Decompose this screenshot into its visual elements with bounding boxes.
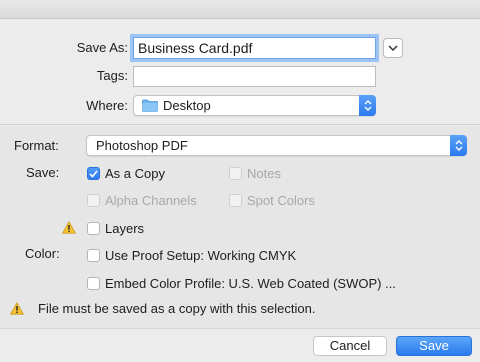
as-a-copy-label: As a Copy: [105, 166, 165, 181]
warning-icon: [62, 221, 76, 234]
spot-colors-label: Spot Colors: [247, 193, 315, 208]
warning-icon: [10, 302, 24, 315]
color-options-label: Color:: [25, 246, 60, 261]
folder-icon: [142, 99, 158, 112]
layers-checkbox[interactable]: Layers: [87, 221, 144, 236]
use-proof-setup-checkbox[interactable]: Use Proof Setup: Working CMYK: [87, 248, 296, 263]
where-label: Where:: [86, 98, 128, 113]
as-a-copy-checkbox[interactable]: As a Copy: [87, 166, 165, 181]
where-value: Desktop: [163, 98, 211, 113]
file-location-pane: Save As: Business Card.pdf Tags: Where: …: [0, 19, 480, 125]
embed-color-profile-label: Embed Color Profile: U.S. Web Coated (SW…: [105, 276, 396, 291]
chevron-down-icon: [388, 44, 398, 51]
alpha-channels-checkbox: Alpha Channels: [87, 193, 197, 208]
tags-label: Tags:: [96, 68, 128, 83]
use-proof-setup-label: Use Proof Setup: Working CMYK: [105, 248, 297, 263]
checkbox-box[interactable]: [87, 277, 100, 290]
layers-label: Layers: [105, 221, 145, 236]
popup-arrows: [450, 135, 467, 156]
window-titlebar: [0, 0, 480, 19]
format-value: Photoshop PDF: [96, 138, 188, 153]
up-down-arrows-icon: [364, 100, 371, 111]
save-button[interactable]: Save: [396, 336, 472, 356]
format-options-pane: Format: Photoshop PDF Save: As a Copy No…: [0, 126, 480, 328]
warning-message: File must be saved as a copy with this s…: [38, 301, 316, 316]
expand-dialog-button[interactable]: [383, 38, 403, 58]
tags-input[interactable]: [133, 66, 376, 87]
checkbox-box: [229, 194, 242, 207]
where-popup[interactable]: Desktop: [133, 95, 376, 116]
save-as-label: Save As:: [76, 40, 128, 55]
format-popup[interactable]: Photoshop PDF: [86, 135, 467, 156]
format-label: Format:: [14, 138, 59, 153]
save-options-label: Save:: [26, 165, 60, 180]
spot-colors-checkbox: Spot Colors: [229, 193, 315, 208]
popup-arrows: [359, 95, 376, 116]
filename-input[interactable]: Business Card.pdf: [133, 37, 376, 59]
dialog-footer: Cancel Save: [0, 328, 480, 362]
checkbox-box: [87, 194, 100, 207]
cancel-button[interactable]: Cancel: [313, 336, 387, 356]
checkbox-box[interactable]: [87, 222, 100, 235]
notes-checkbox: Notes: [229, 166, 281, 181]
notes-label: Notes: [247, 166, 281, 181]
alpha-channels-label: Alpha Channels: [105, 193, 197, 208]
checkbox-box[interactable]: [87, 167, 100, 180]
up-down-arrows-icon: [455, 140, 462, 151]
checkbox-box[interactable]: [87, 249, 100, 262]
embed-color-profile-checkbox[interactable]: Embed Color Profile: U.S. Web Coated (SW…: [87, 276, 396, 291]
checkbox-box: [229, 167, 242, 180]
checkmark-icon: [89, 169, 98, 178]
